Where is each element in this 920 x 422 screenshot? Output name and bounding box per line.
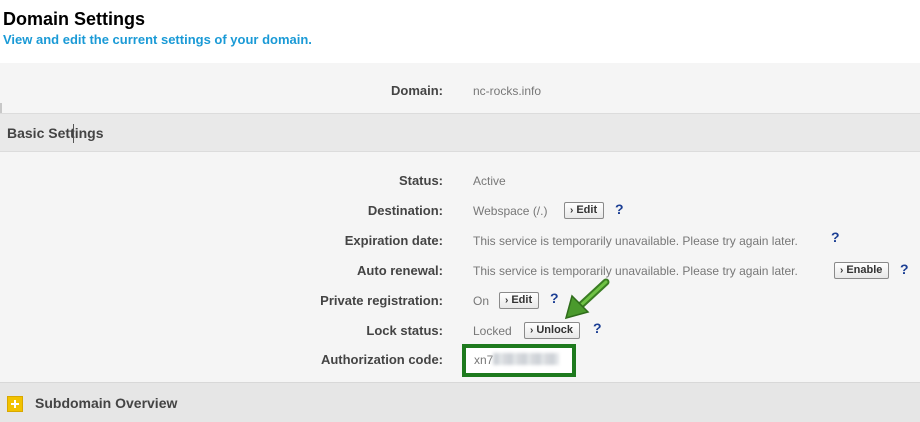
page-title: Domain Settings: [3, 9, 146, 29]
domain-row: [0, 63, 920, 113]
chevron-right-icon: ›: [840, 265, 844, 276]
destination-help-icon[interactable]: ?: [615, 201, 624, 217]
page-subtitle: View and edit the current settings of yo…: [3, 32, 312, 47]
private-registration-help-icon[interactable]: ?: [550, 290, 559, 306]
chevron-right-icon: ›: [505, 295, 509, 306]
lock-status-label: Lock status:: [366, 323, 443, 338]
status-label: Status:: [398, 173, 443, 188]
auto-renewal-enable-label: Enable: [846, 264, 883, 276]
auto-renewal-help-icon[interactable]: ?: [900, 261, 909, 277]
private-registration-label: Private registration:: [320, 293, 443, 308]
private-registration-value: On: [473, 294, 490, 308]
destination-value: Webspace (/.): [473, 204, 548, 218]
destination-label: Destination:: [367, 203, 443, 218]
authorization-code-highlight: xn7: [462, 344, 576, 377]
private-registration-edit-label: Edit: [511, 294, 533, 306]
expiration-help-icon[interactable]: ?: [831, 229, 840, 245]
destination-edit-button[interactable]: › Edit: [564, 202, 605, 219]
authorization-code-label: Authorization code:: [320, 352, 443, 367]
domain-label: Domain:: [391, 83, 443, 98]
subdomain-overview-title: Subdomain Overview: [35, 395, 178, 411]
expiration-date-label: Expiration date:: [344, 233, 443, 248]
text-cursor: [73, 124, 74, 143]
auto-renewal-label: Auto renewal:: [357, 263, 443, 278]
private-registration-edit-button[interactable]: › Edit: [499, 292, 540, 309]
expand-plus-icon[interactable]: [7, 396, 23, 412]
auto-renewal-enable-button[interactable]: › Enable: [834, 262, 890, 279]
destination-edit-label: Edit: [576, 204, 598, 216]
expiration-date-value: This service is temporarily unavailable.…: [473, 234, 798, 248]
auto-renewal-value: This service is temporarily unavailable.…: [473, 264, 798, 278]
domain-value: nc-rocks.info: [473, 84, 542, 98]
green-arrow-icon: [564, 278, 610, 320]
basic-settings-header[interactable]: Basic Settings: [0, 113, 920, 152]
authorization-code-prefix: xn7: [474, 353, 494, 367]
blurred-code-icon: [493, 353, 560, 365]
unlock-label: Unlock: [536, 324, 574, 336]
subdomain-overview-header[interactable]: Subdomain Overview: [0, 382, 920, 422]
lock-status-help-icon[interactable]: ?: [593, 320, 602, 336]
chevron-right-icon: ›: [530, 325, 534, 336]
basic-settings-title: Basic Settings: [7, 125, 104, 141]
status-value: Active: [473, 174, 506, 188]
unlock-button[interactable]: › Unlock: [524, 322, 581, 339]
authorization-code-value[interactable]: xn7: [474, 353, 560, 367]
lock-status-value: Locked: [473, 324, 512, 338]
chevron-right-icon: ›: [570, 205, 574, 216]
